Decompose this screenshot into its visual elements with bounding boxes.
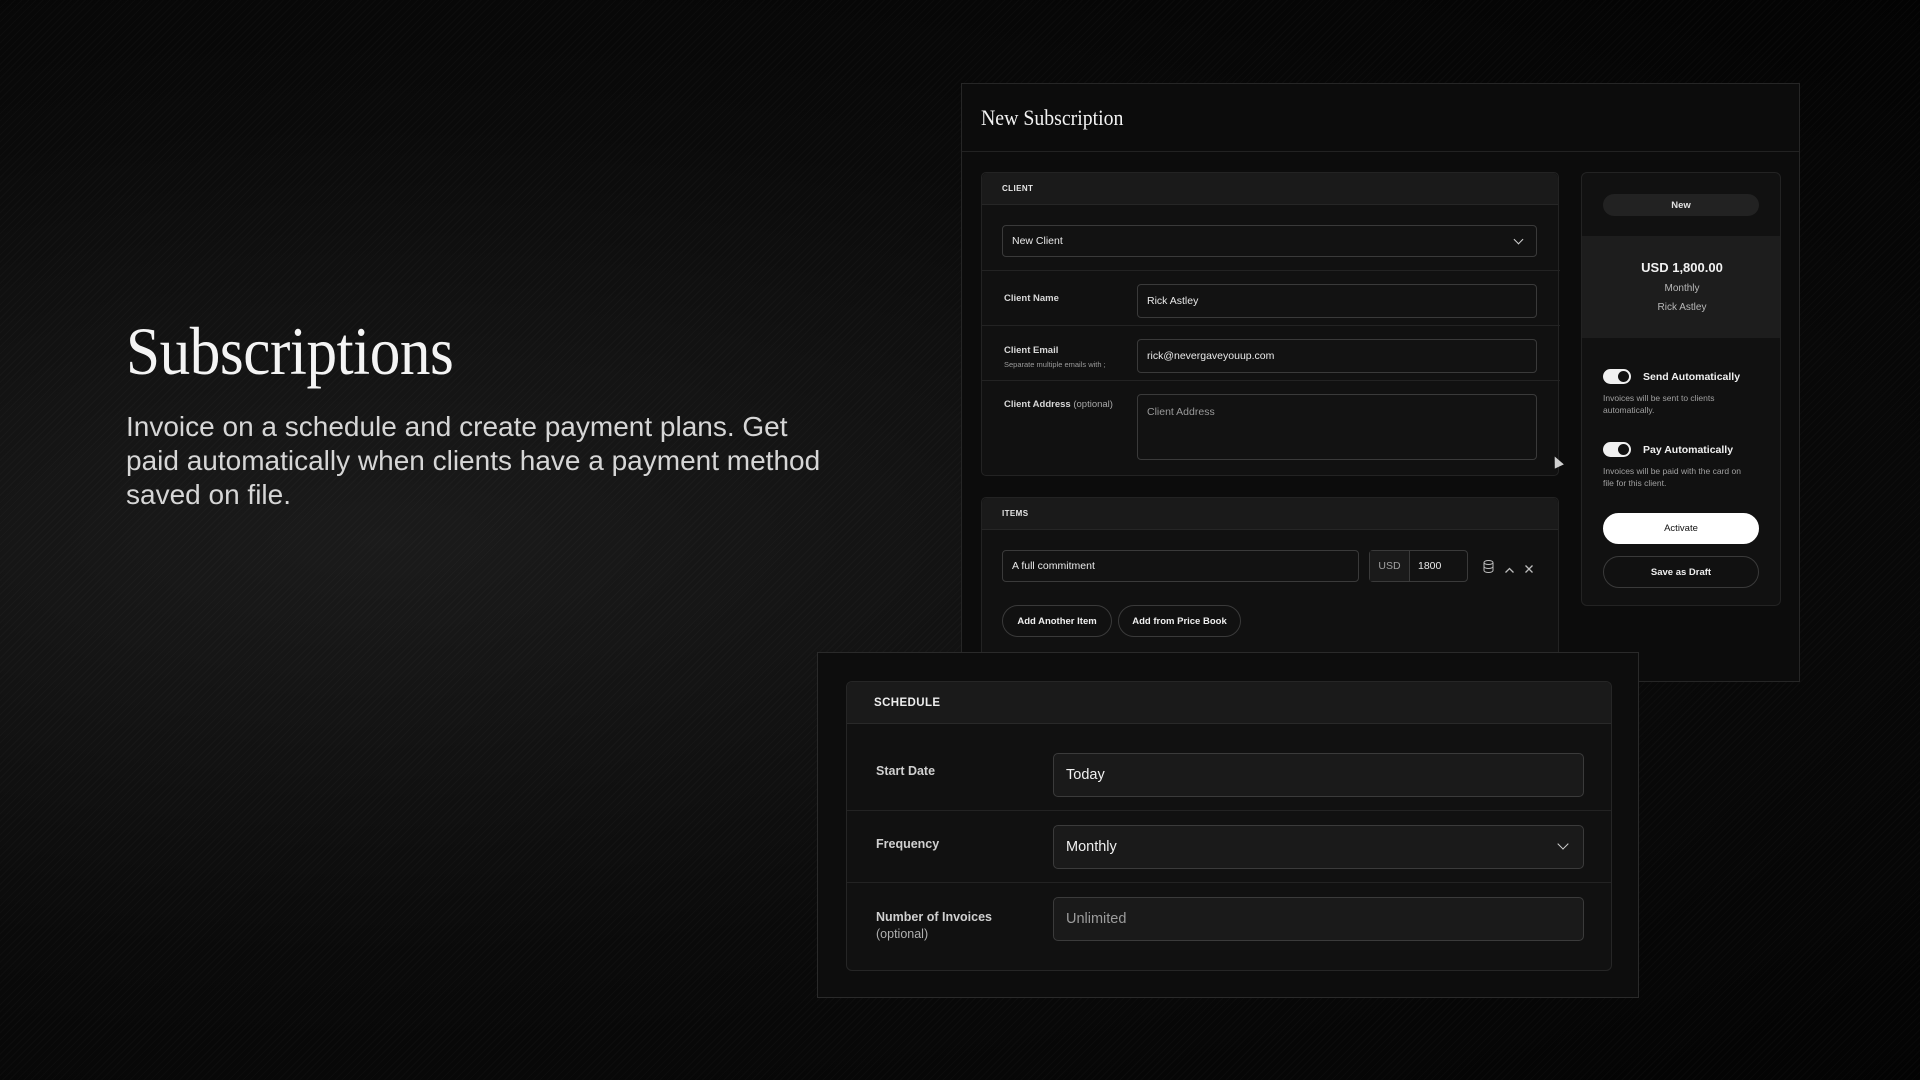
summary-client-name: Rick Astley (1657, 302, 1707, 313)
item-description-value: A full commitment (1012, 560, 1095, 572)
client-email-hint: Separate multiple emails with ; (1004, 360, 1106, 369)
send-automatically-label: Send Automatically (1643, 371, 1741, 383)
divider (982, 325, 1560, 326)
remove-item-icon[interactable] (1524, 561, 1534, 573)
send-automatically-description: Invoices will be sent to clients automat… (1603, 393, 1715, 415)
divider (847, 882, 1611, 883)
client-email-label-block: Client Email Separate multiple emails wi… (1004, 345, 1106, 369)
send-automatically-toggle[interactable] (1603, 369, 1631, 384)
client-name-value: Rick Astley (1147, 295, 1199, 307)
start-date-value: Today (1066, 767, 1105, 783)
pay-automatically-label: Pay Automatically (1643, 444, 1734, 456)
divider (847, 810, 1611, 811)
client-address-label: Client Address (1004, 399, 1071, 410)
number-of-invoices-field[interactable]: Unlimited (1053, 897, 1584, 941)
item-currency: USD (1370, 551, 1410, 581)
client-section-header: CLIENT (982, 173, 1558, 205)
pay-automatically-description: Invoices will be paid with the card on f… (1603, 466, 1741, 488)
client-name-field[interactable]: Rick Astley (1137, 284, 1537, 318)
hero-title: Subscriptions (126, 313, 454, 389)
client-name-label: Client Name (1004, 293, 1059, 304)
summary-block: USD 1,800.00 Monthly Rick Astley (1582, 236, 1780, 338)
subscription-summary-sidebar: New USD 1,800.00 Monthly Rick Astley Sen… (1581, 172, 1781, 606)
activate-button[interactable]: Activate (1603, 513, 1759, 544)
chevron-down-icon (1513, 234, 1524, 245)
stage: Subscriptions Invoice on a schedule and … (0, 0, 1920, 1080)
frequency-select[interactable]: Monthly (1053, 825, 1584, 869)
start-date-field[interactable]: Today (1053, 753, 1584, 797)
item-amount-field[interactable]: USD 1800 (1369, 550, 1468, 582)
new-subscription-panel: New Subscription CLIENT New Client Clien… (961, 83, 1800, 683)
divider (982, 380, 1560, 381)
client-select-value: New Client (1012, 235, 1063, 247)
client-email-value: rick@nevergaveyouup.com (1147, 350, 1275, 362)
summary-frequency: Monthly (1664, 283, 1700, 294)
client-address-optional: (optional) (1073, 399, 1113, 410)
chevron-down-icon (1557, 838, 1569, 850)
divider (982, 270, 1560, 271)
client-card: CLIENT New Client Client Name Rick Astle… (981, 172, 1560, 476)
panel-header: New Subscription (962, 84, 1799, 152)
client-select[interactable]: New Client (1002, 225, 1537, 257)
schedule-section-header: SCHEDULE (847, 682, 1611, 724)
add-from-price-book-button[interactable]: Add from Price Book (1118, 605, 1241, 637)
save-as-draft-button[interactable]: Save as Draft (1603, 556, 1759, 588)
items-section-header: ITEMS (982, 498, 1558, 530)
number-of-invoices-label-block: Number of Invoices (optional) (876, 909, 992, 943)
price-book-icon[interactable] (1483, 560, 1494, 574)
add-another-item-button[interactable]: Add Another Item (1002, 605, 1112, 637)
frequency-label: Frequency (876, 837, 940, 851)
start-date-label: Start Date (876, 764, 936, 778)
number-of-invoices-optional: (optional) (876, 927, 929, 941)
number-of-invoices-label: Number of Invoices (876, 910, 992, 924)
pay-automatically-toggle[interactable] (1603, 442, 1631, 457)
status-badge: New (1603, 194, 1759, 216)
client-email-label: Client Email (1004, 345, 1059, 356)
schedule-panel: SCHEDULE Start Date Today Frequency Mont… (817, 652, 1639, 998)
panel-title: New Subscription (981, 104, 1124, 130)
hero-description: Invoice on a schedule and create payment… (126, 411, 821, 510)
schedule-card: SCHEDULE Start Date Today Frequency Mont… (846, 681, 1612, 971)
client-address-label-block: Client Address (optional) (1004, 399, 1113, 410)
item-amount-value: 1800 (1418, 560, 1442, 572)
number-of-invoices-placeholder: Unlimited (1066, 911, 1127, 927)
move-up-icon[interactable] (1504, 562, 1515, 573)
client-email-field[interactable]: rick@nevergaveyouup.com (1137, 339, 1537, 373)
item-description-field[interactable]: A full commitment (1002, 550, 1359, 582)
summary-total: USD 1,800.00 (1641, 260, 1723, 275)
client-address-placeholder: Client Address (1147, 406, 1215, 418)
client-address-field[interactable]: Client Address (1137, 394, 1537, 460)
frequency-value: Monthly (1066, 839, 1117, 855)
